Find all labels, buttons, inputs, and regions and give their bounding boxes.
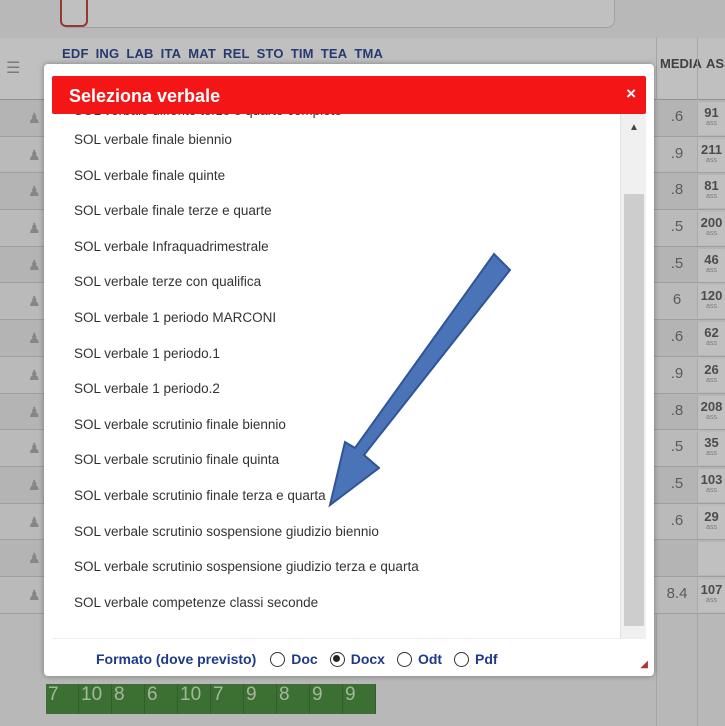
report-list: SOL verbale differito terze e quarte com… bbox=[52, 114, 620, 620]
format-label: Formato (dove previsto) bbox=[96, 651, 257, 667]
scroll-up-icon[interactable]: ▲ bbox=[621, 116, 646, 140]
report-list-item[interactable]: SOL verbale scrutinio finale biennio bbox=[52, 407, 620, 443]
report-list-item[interactable]: SOL verbale terze con qualifica bbox=[52, 264, 620, 300]
modal-header: Seleziona verbale × bbox=[52, 76, 646, 114]
report-list-item[interactable]: SOL verbale scrutinio sospensione giudiz… bbox=[52, 549, 620, 585]
list-scrollbar[interactable]: ▲ bbox=[620, 114, 646, 638]
format-option-label: Odt bbox=[417, 651, 443, 667]
report-list-item[interactable]: SOL verbale finale quinte bbox=[52, 158, 620, 194]
radio-button[interactable] bbox=[454, 651, 470, 667]
radio-button[interactable] bbox=[396, 651, 412, 667]
format-selector: Formato (dove previsto) Doc Docx Odt Pdf bbox=[52, 644, 646, 674]
radio-button[interactable] bbox=[270, 651, 286, 667]
format-option-pdf[interactable]: Pdf bbox=[454, 651, 498, 667]
radio-button[interactable] bbox=[329, 651, 345, 667]
report-list-item[interactable]: SOL verbale scrutinio finale terza e qua… bbox=[52, 478, 620, 514]
report-list-item[interactable]: SOL verbale competenze classi seconde bbox=[52, 585, 620, 621]
format-option-label: Docx bbox=[350, 651, 385, 667]
report-list-item[interactable]: SOL verbale finale biennio bbox=[52, 122, 620, 158]
format-option-odt[interactable]: Odt bbox=[396, 651, 443, 667]
report-list-item[interactable]: SOL verbale 1 periodo MARCONI bbox=[52, 300, 620, 336]
report-list-item[interactable]: SOL verbale scrutinio finale quinta bbox=[52, 442, 620, 478]
report-list-item[interactable]: SOL verbale 1 periodo.2 bbox=[52, 371, 620, 407]
resize-handle-icon[interactable]: ◢ bbox=[640, 659, 648, 670]
scrollbar-thumb[interactable] bbox=[624, 194, 644, 626]
select-report-modal: Seleziona verbale × SOL verbale differit… bbox=[44, 64, 654, 676]
report-list-item[interactable]: SOL verbale 1 periodo.1 bbox=[52, 336, 620, 372]
format-option-label: Doc bbox=[291, 651, 318, 667]
format-option-docx[interactable]: Docx bbox=[329, 651, 385, 667]
report-list-item[interactable]: SOL verbale scrutinio sospensione giudiz… bbox=[52, 514, 620, 550]
report-list-box: SOL verbale differito terze e quarte com… bbox=[52, 114, 646, 639]
report-list-item[interactable]: SOL verbale Infraquadrimestrale bbox=[52, 229, 620, 265]
modal-title: Seleziona verbale bbox=[69, 86, 221, 106]
report-list-item[interactable]: SOL verbale differito terze e quarte com… bbox=[52, 114, 620, 122]
close-icon[interactable]: × bbox=[626, 84, 636, 104]
format-option-label: Pdf bbox=[475, 651, 498, 667]
report-list-item[interactable]: SOL verbale finale terze e quarte bbox=[52, 193, 620, 229]
format-option-doc[interactable]: Doc bbox=[270, 651, 318, 667]
